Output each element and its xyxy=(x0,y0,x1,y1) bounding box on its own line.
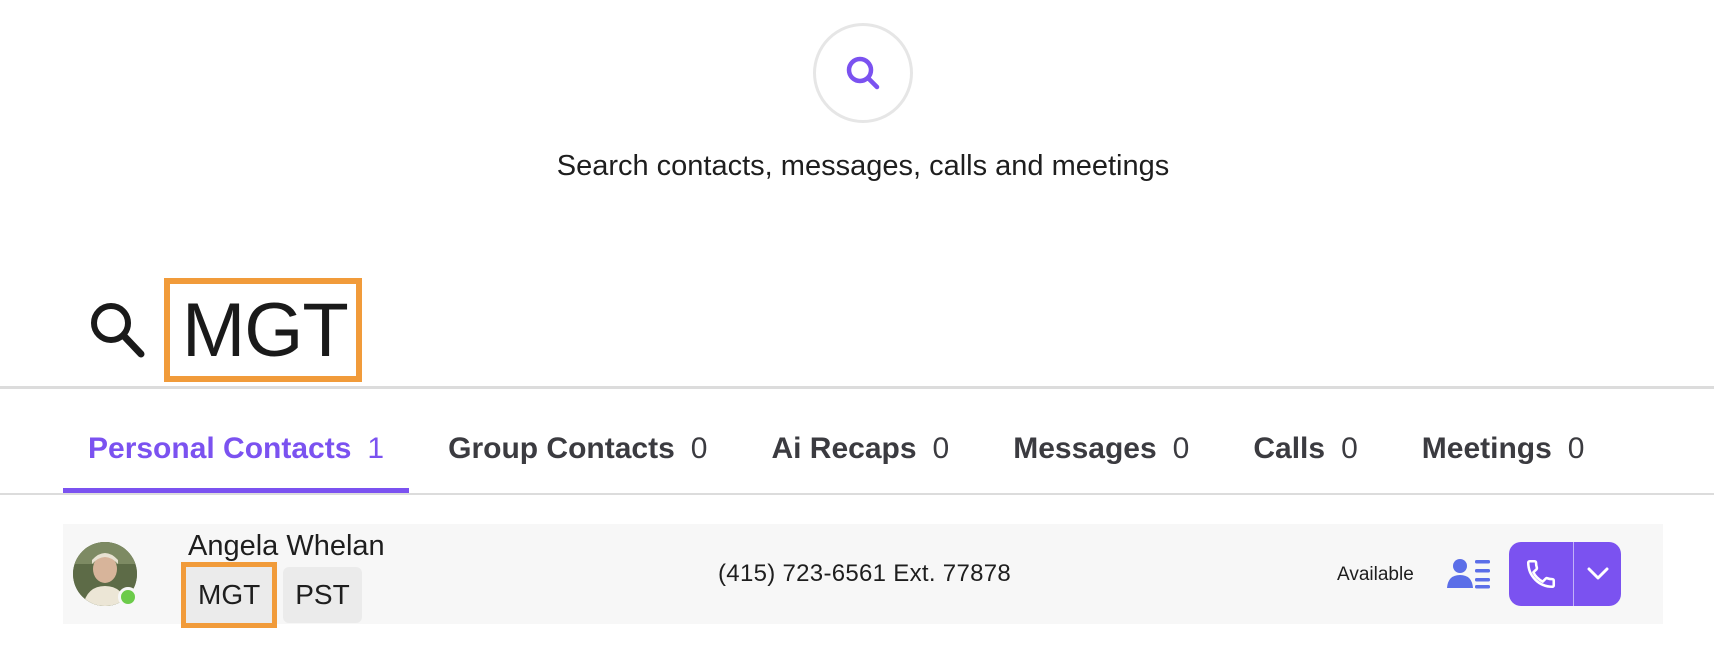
tab-group-contacts[interactable]: Group Contacts 0 xyxy=(423,420,732,494)
tab-count: 0 xyxy=(932,432,950,465)
contact-card-icon[interactable] xyxy=(1447,556,1491,592)
phone-icon xyxy=(1526,559,1556,589)
call-button-group xyxy=(1509,542,1621,606)
tab-label: Messages xyxy=(1013,432,1157,465)
tab-label: Ai Recaps xyxy=(771,432,917,465)
tab-count: 0 xyxy=(1341,432,1358,465)
tag-badge: MGT xyxy=(186,567,273,623)
tag-highlight: MGT xyxy=(181,562,278,628)
divider xyxy=(0,493,1714,495)
tab-label: Group Contacts xyxy=(448,432,675,465)
search-hero-circle xyxy=(813,23,913,123)
tab-ai-recaps[interactable]: Ai Recaps 0 xyxy=(746,420,974,494)
presence-indicator xyxy=(118,587,138,607)
search-input[interactable]: MGT xyxy=(164,278,362,382)
call-options-dropdown[interactable] xyxy=(1574,542,1621,606)
tab-label: Calls xyxy=(1253,432,1326,465)
tab-count: 0 xyxy=(690,432,708,465)
tab-calls[interactable]: Calls 0 xyxy=(1228,420,1382,494)
search-hint-text: Search contacts, messages, calls and mee… xyxy=(556,150,1170,182)
status-text: Available xyxy=(1337,564,1414,585)
tab-count: 0 xyxy=(1172,432,1190,465)
tab-label: Personal Contacts xyxy=(88,432,352,465)
search-icon xyxy=(91,303,145,358)
result-tabs: Personal Contacts 1 Group Contacts 0 Ai … xyxy=(63,420,1623,494)
contact-row[interactable]: Angela Whelan MGT PST (415) 723-6561 Ext… xyxy=(63,524,1663,628)
phone-number[interactable]: (415) 723-6561 Ext. 77878 xyxy=(718,560,1011,588)
tab-count: 1 xyxy=(367,432,385,465)
tab-label: Meetings xyxy=(1421,432,1552,465)
contact-name[interactable]: Angela Whelan xyxy=(188,530,385,563)
tag-badge: PST xyxy=(283,567,362,623)
search-results-page: Search contacts, messages, calls and mee… xyxy=(0,0,1714,660)
search-icon xyxy=(846,56,880,90)
chevron-down-icon xyxy=(1587,567,1608,580)
tab-meetings[interactable]: Meetings 0 xyxy=(1397,420,1610,494)
divider xyxy=(0,386,1714,389)
tab-count: 0 xyxy=(1567,432,1585,465)
search-bar[interactable]: MGT xyxy=(88,278,362,382)
call-button[interactable] xyxy=(1509,542,1573,606)
tab-messages[interactable]: Messages 0 xyxy=(988,420,1214,494)
contact-tags: MGT PST xyxy=(181,562,362,628)
tab-personal-contacts[interactable]: Personal Contacts 1 xyxy=(63,420,410,494)
